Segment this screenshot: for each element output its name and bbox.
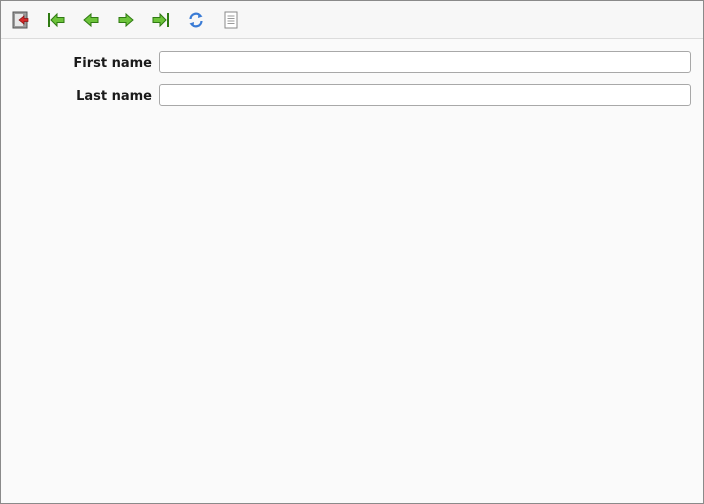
main-window: First name Last name xyxy=(0,0,704,504)
first-record-button[interactable] xyxy=(46,10,66,30)
refresh-icon xyxy=(186,10,206,30)
document-icon xyxy=(221,10,241,30)
previous-record-button[interactable] xyxy=(81,10,101,30)
last-name-label: Last name xyxy=(76,89,152,104)
first-name-field[interactable] xyxy=(159,51,691,73)
next-record-button[interactable] xyxy=(116,10,136,30)
first-name-label: First name xyxy=(73,56,152,71)
last-name-field[interactable] xyxy=(159,84,691,106)
refresh-button[interactable] xyxy=(186,10,206,30)
previous-record-icon xyxy=(81,10,101,30)
first-record-icon xyxy=(46,10,66,30)
document-button[interactable] xyxy=(221,10,241,30)
exit-icon xyxy=(11,10,31,30)
last-record-icon xyxy=(151,10,171,30)
exit-button[interactable] xyxy=(11,10,31,30)
navigation-toolbar xyxy=(1,1,703,39)
last-record-button[interactable] xyxy=(151,10,171,30)
next-record-icon xyxy=(116,10,136,30)
